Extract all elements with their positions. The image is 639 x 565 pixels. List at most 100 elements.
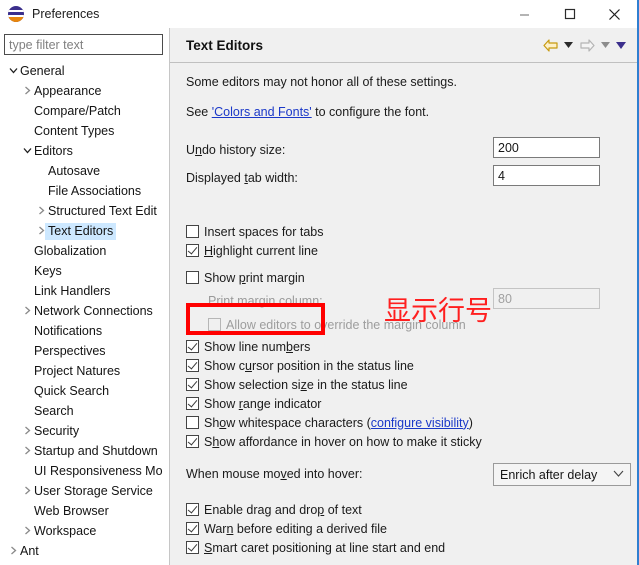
checkbox-checked-icon[interactable] bbox=[186, 397, 199, 410]
tree-item-label: General bbox=[20, 64, 65, 78]
checkbox-show-line-numbers[interactable]: Show line numbers bbox=[186, 337, 310, 356]
tree-item-web-browser[interactable]: Web Browser bbox=[0, 501, 169, 521]
print-margin-column-input[interactable] bbox=[493, 288, 600, 309]
chevron-down-icon[interactable] bbox=[20, 147, 34, 156]
tree-item-editors[interactable]: Editors bbox=[0, 141, 169, 161]
chevron-right-icon[interactable] bbox=[20, 306, 34, 317]
chevron-right-icon[interactable] bbox=[20, 486, 34, 497]
checkbox-label: Show selection size in the status line bbox=[204, 378, 408, 392]
tree-item-autosave[interactable]: Autosave bbox=[0, 161, 169, 181]
checkbox-label-mnemonic: b bbox=[286, 339, 293, 354]
undo-history-label-key: n bbox=[195, 143, 202, 157]
undo-history-label-post: do history size: bbox=[201, 143, 286, 157]
tree-item-quick-search[interactable]: Quick Search bbox=[0, 381, 169, 401]
chevron-down-icon[interactable] bbox=[6, 67, 20, 76]
checkbox-show-whitespace-characters[interactable]: Show whitespace characters (configure vi… bbox=[186, 413, 473, 432]
tree-item-compare-patch[interactable]: Compare/Patch bbox=[0, 101, 169, 121]
forward-history-chevron-down-icon[interactable] bbox=[599, 35, 612, 55]
chevron-right-icon[interactable] bbox=[20, 526, 34, 537]
tree-item-ant[interactable]: Ant bbox=[0, 541, 169, 561]
chevron-right-icon[interactable] bbox=[34, 206, 48, 217]
tree-item-user-storage-service[interactable]: User Storage Service bbox=[0, 481, 169, 501]
tree-item-network-connections[interactable]: Network Connections bbox=[0, 301, 169, 321]
checkbox-unchecked-icon[interactable] bbox=[186, 271, 199, 284]
chevron-right-icon[interactable] bbox=[6, 546, 20, 557]
tree-item-content-types[interactable]: Content Types bbox=[0, 121, 169, 141]
checkbox-label-post: rsor position in the status line bbox=[251, 358, 414, 373]
checkbox-show-affordance-in-hover-on-how-to-make-it-stick[interactable]: Show affordance in hover on how to make … bbox=[186, 432, 482, 451]
view-menu-chevron-down-icon[interactable] bbox=[614, 35, 627, 55]
checkbox-label: Show line numbers bbox=[204, 340, 310, 354]
checkbox-show-selection-size-in-the-status-line[interactable]: Show selection size in the status line bbox=[186, 375, 408, 394]
checkbox-unchecked-icon[interactable] bbox=[208, 318, 221, 331]
checkbox-label-pre: Show selection si bbox=[204, 377, 301, 392]
chevron-right-icon[interactable] bbox=[20, 446, 34, 457]
tree-item-workspace[interactable]: Workspace bbox=[0, 521, 169, 541]
checkbox-checked-icon[interactable] bbox=[186, 435, 199, 448]
undo-history-input[interactable] bbox=[493, 137, 600, 158]
tree-item-search[interactable]: Search bbox=[0, 401, 169, 421]
tree-item-startup-and-shutdown[interactable]: Startup and Shutdown bbox=[0, 441, 169, 461]
checkbox-checked-icon[interactable] bbox=[186, 541, 199, 554]
tree-item-keys[interactable]: Keys bbox=[0, 261, 169, 281]
checkbox-label-post: ange indicator bbox=[242, 396, 322, 411]
back-arrow-icon[interactable] bbox=[540, 35, 560, 55]
tree-item-label: Network Connections bbox=[34, 304, 153, 318]
checkbox-checked-icon[interactable] bbox=[186, 522, 199, 535]
tree-item-project-natures[interactable]: Project Natures bbox=[0, 361, 169, 381]
checkbox-highlight-current-line[interactable]: Highlight current line bbox=[186, 241, 318, 260]
checkbox-insert-spaces-for-tabs[interactable]: Insert spaces for tabs bbox=[186, 222, 324, 241]
checkbox-show-cursor-position-in-the-status-line[interactable]: Show cursor position in the status line bbox=[186, 356, 414, 375]
hover-behaviour-label: When mouse moved into hover: bbox=[186, 467, 362, 481]
checkbox-checked-icon[interactable] bbox=[186, 340, 199, 353]
checkbox-label-pre: Show bbox=[204, 396, 239, 411]
checkbox-label-mnemonic: H bbox=[204, 243, 214, 258]
checkbox-show-print-margin[interactable]: Show print margin bbox=[186, 268, 305, 287]
forward-arrow-icon[interactable] bbox=[577, 35, 597, 55]
checkbox-checked-icon[interactable] bbox=[186, 378, 199, 391]
tree-item-text-editors[interactable]: Text Editors bbox=[0, 221, 169, 241]
checkbox-label: Show affordance in hover on how to make … bbox=[204, 435, 482, 449]
checkbox-checked-icon[interactable] bbox=[186, 244, 199, 257]
checkbox-label-pre: Sh bbox=[204, 415, 220, 430]
tree-item-file-associations[interactable]: File Associations bbox=[0, 181, 169, 201]
colors-and-fonts-link[interactable]: 'Colors and Fonts' bbox=[212, 105, 312, 119]
filter-input[interactable] bbox=[4, 34, 163, 55]
checkbox-warn-before-editing-a-derived-file[interactable]: Warn before editing a derived file bbox=[186, 519, 387, 538]
checkbox-enable-drag-and-drop-of-text[interactable]: Enable drag and drop of text bbox=[186, 500, 362, 519]
tree-item-appearance[interactable]: Appearance bbox=[0, 81, 169, 101]
tree-item-perspectives[interactable]: Perspectives bbox=[0, 341, 169, 361]
chevron-right-icon[interactable] bbox=[20, 86, 34, 97]
tree-item-globalization[interactable]: Globalization bbox=[0, 241, 169, 261]
minimize-button[interactable] bbox=[502, 0, 547, 28]
checkbox-unchecked-icon[interactable] bbox=[186, 225, 199, 238]
checkbox-show-range-indicator[interactable]: Show range indicator bbox=[186, 394, 321, 413]
checkbox-label-post: of text bbox=[324, 502, 362, 517]
page-title: Text Editors bbox=[186, 37, 264, 53]
maximize-button[interactable] bbox=[547, 0, 592, 28]
hover-behaviour-select[interactable]: Enrich after delay bbox=[493, 463, 631, 486]
tree-item-general[interactable]: General bbox=[0, 61, 169, 81]
checkbox-checked-icon[interactable] bbox=[186, 503, 199, 516]
back-history-chevron-down-icon[interactable] bbox=[562, 35, 575, 55]
tree-item-label: Security bbox=[34, 424, 80, 438]
tree-item-structured-text-edit[interactable]: Structured Text Edit bbox=[0, 201, 169, 221]
checkbox-unchecked-icon[interactable] bbox=[186, 416, 199, 429]
tree-item-security[interactable]: Security bbox=[0, 421, 169, 441]
close-button[interactable] bbox=[592, 0, 637, 28]
tree-item-notifications[interactable]: Notifications bbox=[0, 321, 169, 341]
tree-item-label: File Associations bbox=[48, 184, 142, 198]
tab-width-input[interactable] bbox=[493, 165, 600, 186]
tree-item-label: Startup and Shutdown bbox=[34, 444, 158, 458]
tree-item-link-handlers[interactable]: Link Handlers bbox=[0, 281, 169, 301]
preferences-tree[interactable]: General Appearance Compare/Patch Content Ty… bbox=[0, 61, 169, 565]
checkbox-checked-icon[interactable] bbox=[186, 359, 199, 372]
configure-visibility-link[interactable]: configure visibility bbox=[371, 416, 469, 430]
eclipse-globe-icon bbox=[8, 6, 24, 22]
chevron-right-icon[interactable] bbox=[20, 426, 34, 437]
tree-item-ui-responsiveness-mo[interactable]: UI Responsiveness Mo bbox=[0, 461, 169, 481]
checkbox-smart-caret-positioning-at-line-start-and-end[interactable]: Smart caret positioning at line start an… bbox=[186, 538, 445, 557]
hover-label-post: ed into hover: bbox=[286, 467, 363, 481]
checkbox-label: Show cursor position in the status line bbox=[204, 359, 414, 373]
checkbox-label-mnemonic: u bbox=[245, 358, 252, 373]
